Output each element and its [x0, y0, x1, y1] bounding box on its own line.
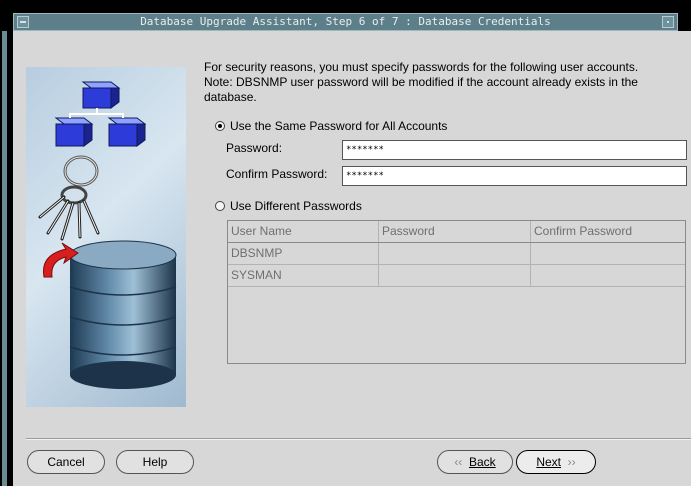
- next-button-label: Next: [536, 455, 561, 469]
- confirm-password-cell: [531, 265, 685, 286]
- title-bar-inner: Database Upgrade Assistant, Step 6 of 7 …: [13, 13, 678, 31]
- back-button-label: Back: [468, 455, 496, 469]
- different-passwords-option[interactable]: Use Different Passwords: [215, 199, 362, 213]
- window-frame-left: [0, 31, 13, 486]
- column-header-confirm-password: Confirm Password: [534, 224, 633, 238]
- column-header-password: Password: [379, 221, 531, 242]
- table-row: DBSNMP: [228, 243, 685, 265]
- password-input[interactable]: *******: [342, 140, 687, 160]
- button-divider: [26, 438, 691, 440]
- dialog-body: For security reasons, you must specify p…: [13, 31, 691, 486]
- confirm-password-input[interactable]: *******: [342, 166, 687, 186]
- wizard-illustration: [26, 67, 186, 407]
- same-password-label: Use the Same Password for All Accounts: [230, 119, 448, 133]
- help-button[interactable]: Help: [116, 450, 194, 474]
- back-button[interactable]: ‹‹ Back: [437, 450, 513, 474]
- cancel-button[interactable]: Cancel: [27, 450, 105, 474]
- intro-line-3: database.: [204, 90, 257, 104]
- chevron-left-icon: ‹‹: [454, 455, 463, 469]
- column-header-user-name: User Name: [228, 221, 379, 242]
- user-name-cell: SYSMAN: [228, 265, 379, 286]
- password-cell: [379, 243, 531, 264]
- network-keys-database-icon: [38, 81, 177, 389]
- different-passwords-radio[interactable]: [215, 201, 225, 211]
- title-bar: Database Upgrade Assistant, Step 6 of 7 …: [0, 0, 691, 31]
- table-header: User Name Password Confirm Password: [228, 221, 685, 243]
- next-button[interactable]: Next ››: [516, 450, 596, 474]
- same-password-option[interactable]: Use the Same Password for All Accounts: [215, 119, 447, 133]
- user-name-cell: DBSNMP: [228, 243, 379, 264]
- user-password-table: User Name Password Confirm Password DBSN…: [227, 220, 686, 364]
- password-cell: [379, 265, 531, 286]
- table-row: SYSMAN: [228, 265, 685, 287]
- intro-line-1: For security reasons, you must specify p…: [204, 60, 639, 74]
- confirm-password-cell: [531, 243, 685, 264]
- same-password-radio[interactable]: [215, 121, 225, 131]
- password-label: Password:: [226, 141, 283, 155]
- chevron-right-icon: ››: [567, 455, 576, 469]
- confirm-password-label: Confirm Password:: [226, 167, 328, 181]
- different-passwords-label: Use Different Passwords: [230, 199, 362, 213]
- intro-line-2: Note: DBSNMP user password will be modif…: [204, 75, 638, 89]
- minimize-button[interactable]: [662, 16, 674, 28]
- intro-text: For security reasons, you must specify p…: [204, 60, 674, 105]
- window-title: Database Upgrade Assistant, Step 6 of 7 …: [140, 15, 551, 28]
